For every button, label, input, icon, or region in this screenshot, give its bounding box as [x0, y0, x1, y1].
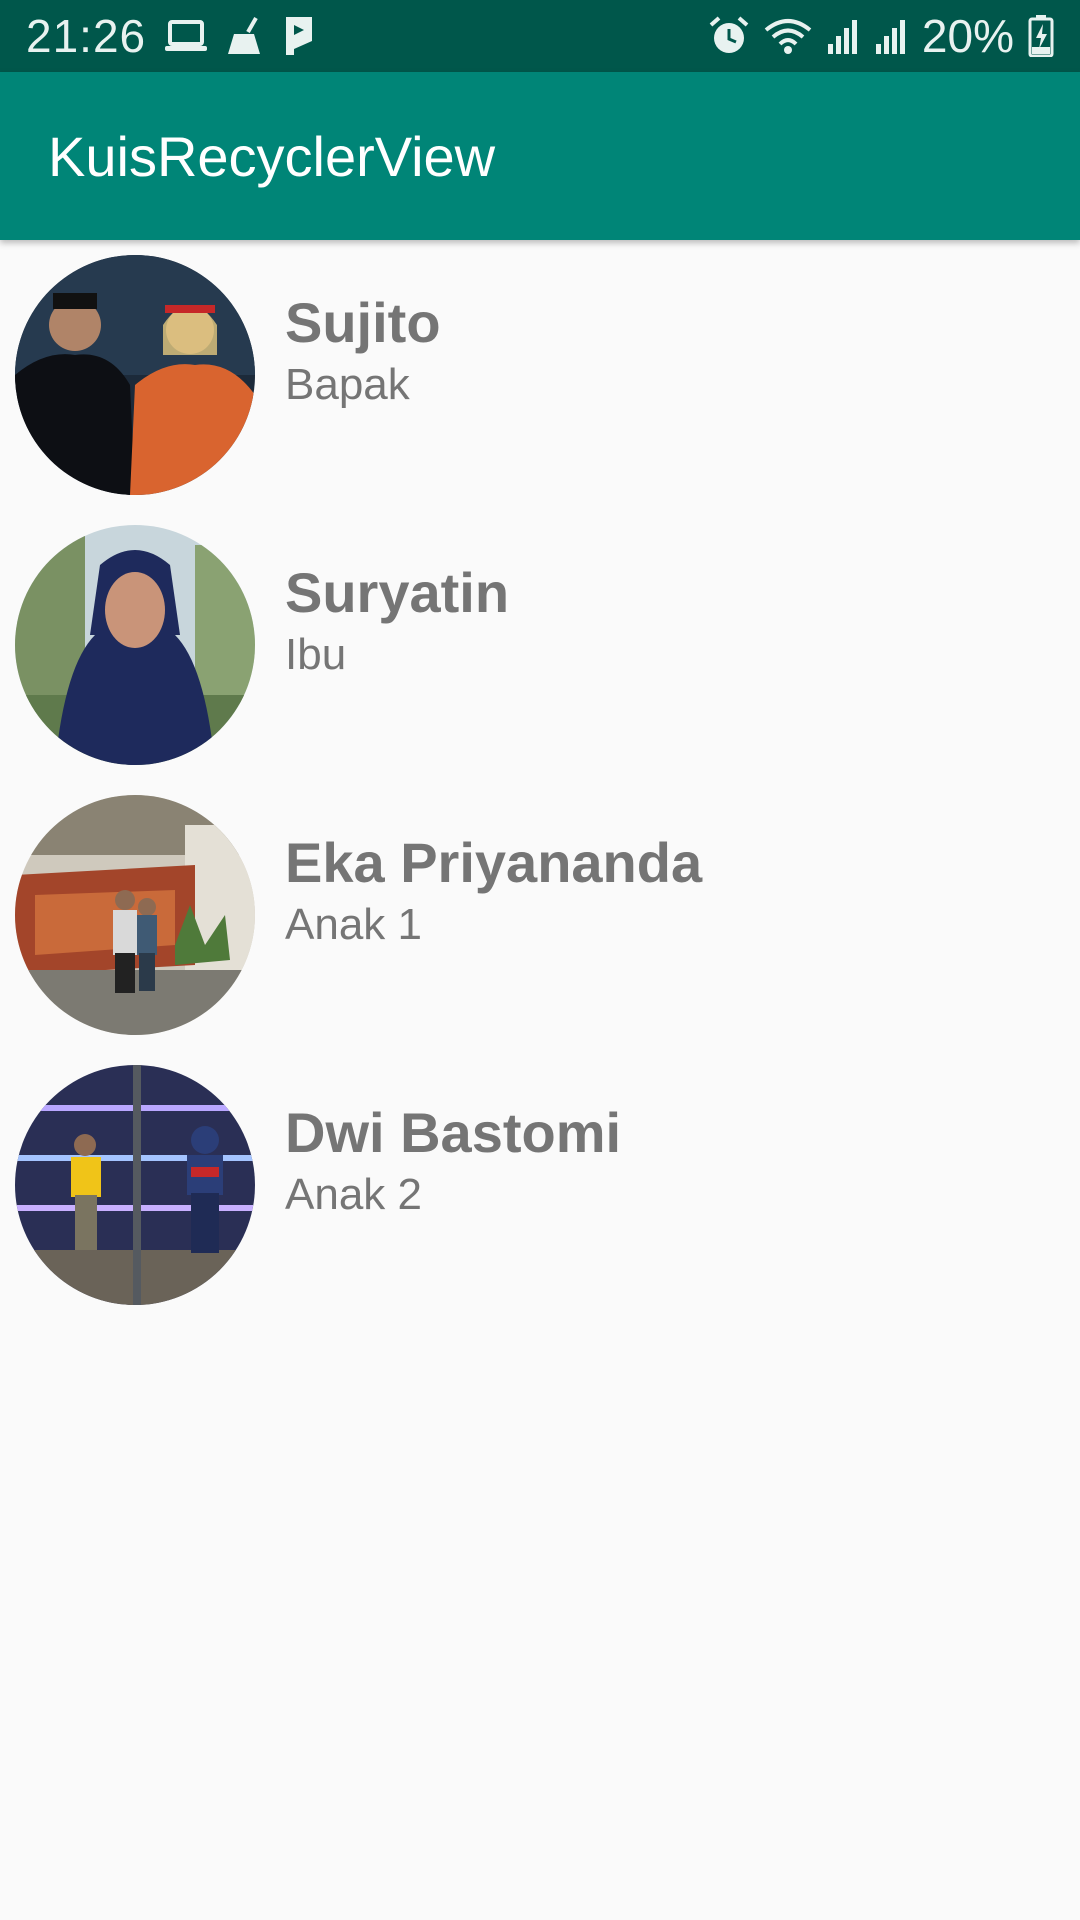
signal-icon: [826, 18, 860, 54]
signal-icon: [874, 18, 908, 54]
person-role: Anak 2: [285, 1170, 422, 1219]
status-right: 20%: [708, 9, 1054, 63]
laptop-icon: [164, 18, 208, 54]
person-role: Ibu: [285, 630, 347, 679]
list-item[interactable]: Suryatin Ibu: [0, 510, 1080, 780]
pocket-icon: [284, 15, 314, 57]
status-bar: 21:26 20%: [0, 0, 1080, 72]
avatar: [15, 255, 255, 495]
battery-percent: 20%: [921, 10, 1014, 62]
app-title: KuisRecyclerView: [48, 124, 496, 188]
alarm-icon: [708, 15, 750, 57]
avatar: [15, 795, 255, 1035]
avatar: [15, 525, 255, 765]
person-name: Sujito: [285, 291, 441, 354]
list-item[interactable]: Sujito Bapak: [0, 240, 1080, 510]
people-list: Sujito Bapak Suryatin Ibu Eka Priyananda…: [0, 240, 1080, 1320]
person-role: Bapak: [285, 360, 410, 409]
person-name: Suryatin: [285, 561, 510, 624]
app-bar: KuisRecyclerView: [0, 72, 1080, 240]
person-name: Dwi Bastomi: [285, 1101, 622, 1164]
broom-icon: [226, 16, 266, 56]
status-left: 21:26: [26, 9, 314, 63]
status-time: 21:26: [26, 10, 147, 62]
battery-charging-icon: [1028, 15, 1054, 57]
wifi-icon: [764, 16, 812, 56]
avatar: [15, 1065, 255, 1305]
list-item[interactable]: Eka Priyananda Anak 1: [0, 780, 1080, 1050]
list-item[interactable]: Dwi Bastomi Anak 2: [0, 1050, 1080, 1320]
person-name: Eka Priyananda: [285, 831, 703, 894]
person-role: Anak 1: [285, 900, 422, 949]
